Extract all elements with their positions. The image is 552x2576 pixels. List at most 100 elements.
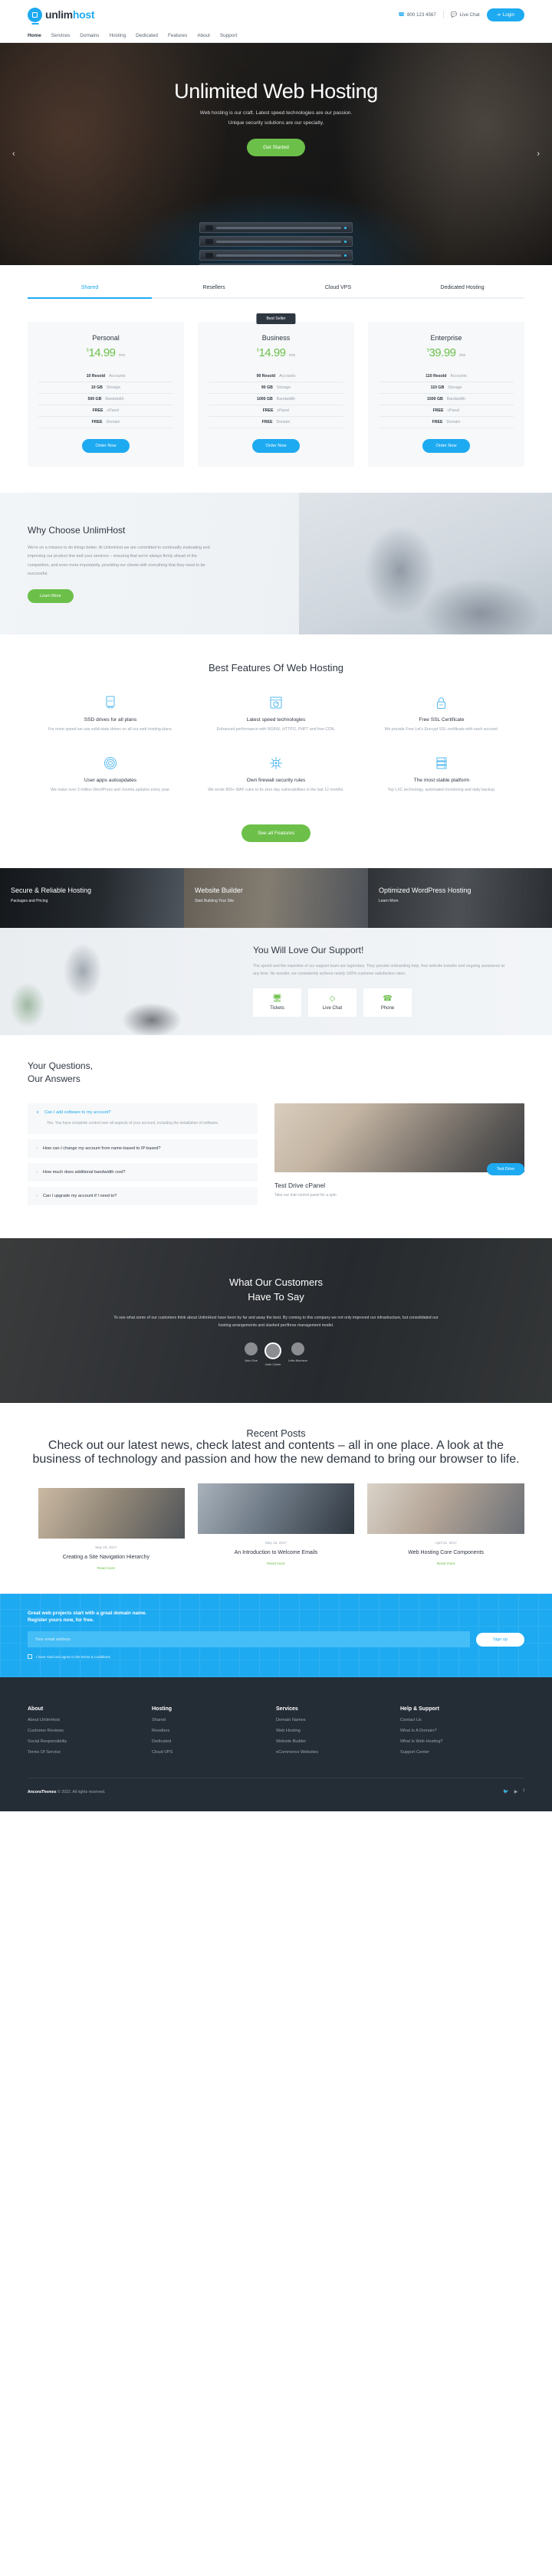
post-card[interactable]: May 18, 2017 Creating a Site Navigation … <box>28 1483 185 1571</box>
footer-link[interactable]: Contact Us <box>400 1718 524 1722</box>
footer-link[interactable]: Support Center <box>400 1750 524 1755</box>
nav-item-domains[interactable]: Domains <box>80 33 99 38</box>
why-choose-title: Why Choose UnlimHost <box>28 525 126 536</box>
post-image <box>38 1487 185 1539</box>
signup-button[interactable]: Sign up <box>476 1632 524 1647</box>
nav-item-home[interactable]: Home <box>28 33 41 38</box>
hero-subtitle: Web hosting is our craft. Latest speed t… <box>0 109 552 129</box>
features-title: Best Features Of Web Hosting <box>208 662 344 673</box>
footer-link[interactable]: eCommerce Websites <box>276 1750 400 1755</box>
tab-shared[interactable]: Shared <box>28 285 152 297</box>
tab-dedicated-hosting[interactable]: Dedicated Hosting <box>400 285 524 297</box>
avatar-item[interactable]: Lelia Morrison <box>288 1342 307 1366</box>
promo-title: Secure & Reliable Hosting <box>11 886 92 894</box>
email-input[interactable] <box>28 1631 471 1648</box>
nav-item-dedicated[interactable]: Dedicated <box>136 33 158 38</box>
post-read-more-link[interactable]: Read more <box>198 1562 355 1566</box>
faq-item[interactable]: ∨ Can I add software to my account? Yes. … <box>28 1103 258 1134</box>
tab-resellers[interactable]: Resellers <box>152 285 276 297</box>
order-now-button[interactable]: Order Now <box>82 439 130 453</box>
post-card[interactable]: April 21, 2017 Web Hosting Core Componen… <box>367 1483 525 1571</box>
faq-accordion: ∨ Can I add software to my account? Yes. … <box>28 1103 258 1211</box>
footer-link[interactable]: Cloud VPS <box>152 1750 276 1755</box>
faq-item[interactable]: › How much does additional bandwidth cost… <box>28 1162 258 1181</box>
cpanel-promo-text: Take our trial control panel for a spin <box>274 1192 337 1198</box>
order-now-button[interactable]: Order Now <box>252 439 300 453</box>
youtube-icon[interactable]: ▶ <box>514 1789 518 1794</box>
nav-item-support[interactable]: Support <box>220 33 237 38</box>
facebook-icon[interactable]: f <box>523 1789 524 1794</box>
footer-link[interactable]: About UnlimHost <box>28 1718 152 1722</box>
feature-title: Free SSL Certificate <box>419 717 465 723</box>
nav-item-about[interactable]: About <box>197 33 210 38</box>
twitter-icon[interactable]: 🐦 <box>503 1789 508 1794</box>
nav-item-features[interactable]: Features <box>168 33 187 38</box>
svg-text:SSD: SSD <box>107 699 113 703</box>
order-now-button[interactable]: Order Now <box>422 439 470 453</box>
support-channel-phone[interactable]: ☎ Phone <box>363 988 412 1018</box>
login-button[interactable]: ⇥ Login <box>486 8 524 21</box>
chat-bubble-icon: 💬 <box>450 11 458 18</box>
footer-link[interactable]: Social Responsibility <box>28 1739 152 1744</box>
live-chat-link[interactable]: 💬 Live Chat <box>451 12 480 18</box>
promo-tile-secure-hosting[interactable]: Secure & Reliable Hosting Packages and P… <box>0 867 184 928</box>
footer-link[interactable]: Domain Names <box>276 1718 400 1722</box>
plan-spec-row: FREE cPanel <box>38 405 173 417</box>
footer-link[interactable]: What Is Web Hosting? <box>400 1739 524 1744</box>
avatar-item[interactable]: John Doe <box>245 1342 258 1366</box>
support-channels: 🖥 Tickets ◇ Live Chat ☎ Phone <box>253 988 506 1018</box>
post-read-more-link[interactable]: Read more <box>28 1567 185 1571</box>
footer-link[interactable]: Customer Reviews <box>28 1729 152 1733</box>
promo-tile-website-builder[interactable]: Website Builder Start Building Your Site <box>184 867 368 928</box>
logo-text: unlimhost <box>45 8 95 21</box>
promo-link[interactable]: Start Building Your Site <box>195 899 368 903</box>
tab-underline <box>28 297 524 299</box>
faq-item[interactable]: › How can I change my account from name-b… <box>28 1139 258 1158</box>
footer-link[interactable]: Shared <box>152 1718 276 1722</box>
promo-link[interactable]: Learn More <box>379 899 552 903</box>
price-amount: 14.99 <box>88 346 116 359</box>
nav-item-hosting[interactable]: Hosting <box>110 33 127 38</box>
phone-link[interactable]: ☎ 800 123 4567 <box>398 12 436 18</box>
footer-link[interactable]: Website Builder <box>276 1739 400 1744</box>
see-all-features-button[interactable]: See all Features <box>241 824 310 842</box>
terms-consent[interactable]: I have read and agree to the terms & con… <box>28 1654 524 1660</box>
footer-link[interactable]: Web Hosting <box>276 1729 400 1733</box>
footer-link[interactable]: Resellers <box>152 1729 276 1733</box>
test-drive-button[interactable]: Test Drive <box>486 1162 524 1175</box>
feature-item: Latest speed technologies Enhanced perfo… <box>193 693 359 754</box>
plan-card-personal[interactable]: Personal $14.99 /mo 10 Resold Accounts 10… <box>28 322 184 467</box>
footer-column-title: Hosting <box>152 1706 172 1712</box>
hero-cta-button[interactable]: Get Started <box>247 138 305 156</box>
footer-link[interactable]: Dedicated <box>152 1739 276 1744</box>
testimonials-title-line2: Have To Say <box>248 1291 304 1303</box>
newsletter-form: Sign up <box>28 1631 524 1648</box>
footer-column-services: Services Domain Names Web Hosting Websit… <box>276 1706 400 1755</box>
footer-link[interactable]: Terms Of Service <box>28 1750 152 1755</box>
avatar-item[interactable]: Jane Carter <box>264 1342 281 1366</box>
server-rack-icon <box>371 754 512 772</box>
plan-card-business[interactable]: Best Seller Business $14.99 /mo 90 Resol… <box>198 313 354 467</box>
carousel-next-arrow[interactable]: › <box>537 149 540 159</box>
post-read-more-link[interactable]: Read more <box>367 1562 524 1566</box>
faq-item[interactable]: › Can I upgrade my account if I need to? <box>28 1186 258 1205</box>
checkbox[interactable] <box>28 1654 32 1660</box>
price-period: /mo <box>118 353 126 358</box>
footer-column-title: About <box>28 1706 44 1712</box>
plan-name: Personal <box>92 334 120 342</box>
site-logo[interactable]: unlimhost <box>28 7 95 22</box>
nav-item-services[interactable]: Services <box>51 33 71 38</box>
plan-card-enterprise[interactable]: Enterprise $39.99 /mo 110 Resold Accounts… <box>368 322 524 467</box>
support-channel-tickets[interactable]: 🖥 Tickets <box>253 988 301 1018</box>
top-bar: unlimhost ☎ 800 123 4567 💬 Live Chat ⇥ L… <box>0 0 552 29</box>
post-card[interactable]: May 18, 2017 An Introduction to Welcome … <box>197 1483 355 1571</box>
footer-link[interactable]: What Is A Domain? <box>400 1729 524 1733</box>
hero-title: Unlimited Web Hosting <box>174 80 378 103</box>
learn-more-button[interactable]: Learn More <box>28 589 74 604</box>
promo-link[interactable]: Packages and Pricing <box>11 899 184 903</box>
promo-tile-wordpress-hosting[interactable]: Optimized WordPress Hosting Learn More <box>368 867 552 928</box>
tab-cloud-vps[interactable]: Cloud VPS <box>276 285 400 297</box>
carousel-prev-arrow[interactable]: ‹ <box>12 149 15 159</box>
support-channel-live-chat[interactable]: ◇ Live Chat <box>308 988 356 1018</box>
features-grid: SSD SSD drives for all plans For more sp… <box>28 693 524 814</box>
